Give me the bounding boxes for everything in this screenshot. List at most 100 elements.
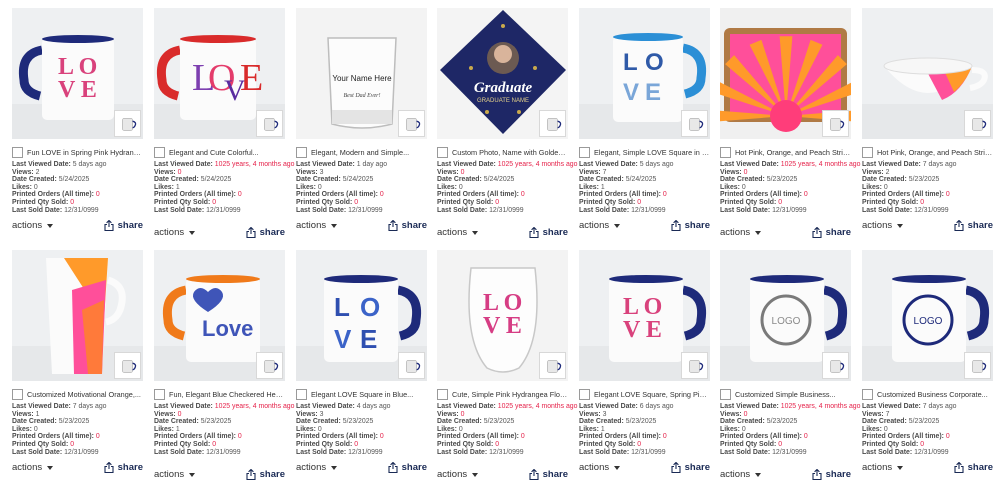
select-checkbox[interactable] bbox=[154, 147, 165, 158]
select-checkbox[interactable] bbox=[437, 147, 448, 158]
share-button[interactable]: share bbox=[388, 462, 427, 473]
actions-dropdown[interactable]: actions bbox=[154, 469, 196, 480]
stat-date-created: Date Created: 5/23/2025 bbox=[579, 418, 657, 426]
product-thumbnail[interactable] bbox=[12, 250, 143, 381]
actions-label: actions bbox=[296, 462, 327, 473]
product-mini-preview[interactable] bbox=[256, 110, 283, 137]
actions-dropdown[interactable]: actions bbox=[437, 469, 479, 480]
select-checkbox[interactable] bbox=[296, 389, 307, 400]
product-thumbnail[interactable] bbox=[720, 8, 851, 139]
stat-last-sold: Last Sold Date: 12/31/0999 bbox=[862, 448, 949, 456]
actions-dropdown[interactable]: actions bbox=[720, 227, 762, 238]
share-button[interactable]: share bbox=[246, 469, 285, 480]
select-checkbox[interactable] bbox=[154, 389, 165, 400]
share-button[interactable]: share bbox=[246, 227, 285, 238]
stat-last-sold: Last Sold Date: 12/31/0999 bbox=[579, 448, 666, 456]
select-checkbox[interactable] bbox=[862, 389, 873, 400]
product-title[interactable]: Customized Simple Business... bbox=[735, 390, 836, 399]
svg-text:O: O bbox=[360, 292, 380, 322]
product-thumbnail[interactable]: L O V E bbox=[437, 250, 568, 381]
product-thumbnail[interactable]: Love bbox=[154, 250, 285, 381]
product-mini-preview[interactable] bbox=[114, 352, 141, 379]
product-mini-preview[interactable] bbox=[398, 110, 425, 137]
product-mini-preview[interactable] bbox=[398, 352, 425, 379]
product-thumbnail[interactable]: L O V E bbox=[12, 8, 143, 139]
actions-dropdown[interactable]: actions bbox=[12, 462, 54, 473]
actions-dropdown[interactable]: actions bbox=[862, 220, 904, 231]
select-checkbox[interactable] bbox=[579, 147, 590, 158]
share-button[interactable]: share bbox=[954, 220, 993, 231]
product-card-5: LOVE Elegant, Simple LOVE Square in Bl..… bbox=[579, 8, 710, 231]
actions-dropdown[interactable]: actions bbox=[579, 462, 621, 473]
actions-dropdown[interactable]: actions bbox=[296, 462, 338, 473]
product-mini-preview[interactable] bbox=[964, 110, 991, 137]
stat-printed-orders: Printed Orders (All time): 0 bbox=[720, 433, 808, 441]
product-mini-preview[interactable] bbox=[822, 110, 849, 137]
share-button[interactable]: share bbox=[671, 220, 710, 231]
product-mini-preview[interactable] bbox=[539, 110, 566, 137]
share-button[interactable]: share bbox=[954, 462, 993, 473]
product-title[interactable]: Elegant LOVE Square, Spring Pink... bbox=[594, 390, 710, 399]
product-title[interactable]: Custom Photo, Name with Golden... bbox=[452, 148, 568, 157]
share-button[interactable]: share bbox=[104, 220, 143, 231]
product-title[interactable]: Cute, Simple Pink Hydrangea Floral... bbox=[452, 390, 568, 399]
product-thumbnail[interactable]: LOGO bbox=[862, 250, 993, 381]
product-thumbnail[interactable]: Your Name Here Best Dad Ever! bbox=[296, 8, 427, 139]
select-checkbox[interactable] bbox=[720, 147, 731, 158]
stat-views: Views: 2 bbox=[12, 168, 40, 176]
share-button[interactable]: share bbox=[388, 220, 427, 231]
svg-text:Graduate: Graduate bbox=[474, 80, 533, 96]
actions-dropdown[interactable]: actions bbox=[296, 220, 338, 231]
product-thumbnail[interactable]: LOGO bbox=[720, 250, 851, 381]
stat-last-viewed: Last Viewed Date: 7 days ago bbox=[12, 403, 107, 410]
stat-likes: Likes: 0 bbox=[296, 183, 322, 191]
stat-last-sold: Last Sold Date: 12/31/0999 bbox=[720, 448, 807, 456]
product-mini-preview[interactable] bbox=[256, 352, 283, 379]
select-checkbox[interactable] bbox=[862, 147, 873, 158]
product-title[interactable]: Elegant and Cute Colorful... bbox=[169, 148, 259, 157]
actions-dropdown[interactable]: actions bbox=[720, 469, 762, 480]
product-mini-preview[interactable] bbox=[539, 352, 566, 379]
product-thumbnail[interactable]: LOVE bbox=[579, 8, 710, 139]
product-mini-preview[interactable] bbox=[114, 110, 141, 137]
product-mini-preview[interactable] bbox=[964, 352, 991, 379]
actions-dropdown[interactable]: actions bbox=[862, 462, 904, 473]
share-button[interactable]: share bbox=[529, 469, 568, 480]
actions-dropdown[interactable]: actions bbox=[154, 227, 196, 238]
product-thumbnail[interactable]: LOVE bbox=[154, 8, 285, 139]
share-button[interactable]: share bbox=[812, 227, 851, 238]
product-title[interactable]: Elegant LOVE Square in Blue... bbox=[311, 390, 413, 399]
actions-dropdown[interactable]: actions bbox=[12, 220, 54, 231]
caret-down-icon bbox=[189, 472, 196, 477]
share-button[interactable]: share bbox=[671, 462, 710, 473]
product-stats: Last Viewed Date: 1025 years, 4 months a… bbox=[720, 161, 860, 214]
product-title[interactable]: Elegant, Modern and Simple... bbox=[311, 148, 409, 157]
product-title[interactable]: Hot Pink, Orange, and Peach Stripe... bbox=[877, 148, 993, 157]
select-checkbox[interactable] bbox=[437, 389, 448, 400]
share-button[interactable]: share bbox=[812, 469, 851, 480]
actions-dropdown[interactable]: actions bbox=[437, 227, 479, 238]
product-mini-preview[interactable] bbox=[681, 110, 708, 137]
stat-last-sold: Last Sold Date: 12/31/0999 bbox=[437, 448, 524, 456]
product-thumbnail[interactable]: LOVE bbox=[296, 250, 427, 381]
product-mini-preview[interactable] bbox=[681, 352, 708, 379]
product-title[interactable]: Fun, Elegant Blue Checkered Heart... bbox=[169, 390, 285, 399]
share-button[interactable]: share bbox=[529, 227, 568, 238]
product-thumbnail[interactable]: Graduate GRADUATE NAME bbox=[437, 8, 568, 139]
product-title[interactable]: Customized Business Corporate... bbox=[877, 390, 988, 399]
select-checkbox[interactable] bbox=[296, 147, 307, 158]
product-title[interactable]: Elegant, Simple LOVE Square in Bl... bbox=[594, 148, 710, 157]
product-thumbnail[interactable]: L O V E bbox=[579, 250, 710, 381]
select-checkbox[interactable] bbox=[12, 389, 23, 400]
share-button[interactable]: share bbox=[104, 462, 143, 473]
product-title[interactable]: Customized Motivational Orange,... bbox=[27, 390, 141, 399]
select-checkbox[interactable] bbox=[720, 389, 731, 400]
product-title[interactable]: Fun LOVE in Spring Pink Hydrange... bbox=[27, 148, 143, 157]
select-checkbox[interactable] bbox=[12, 147, 23, 158]
select-checkbox[interactable] bbox=[579, 389, 590, 400]
product-title[interactable]: Hot Pink, Orange, and Peach Stripe... bbox=[735, 148, 851, 157]
product-thumbnail[interactable] bbox=[862, 8, 993, 139]
actions-dropdown[interactable]: actions bbox=[579, 220, 621, 231]
share-label: share bbox=[117, 462, 143, 473]
product-mini-preview[interactable] bbox=[822, 352, 849, 379]
